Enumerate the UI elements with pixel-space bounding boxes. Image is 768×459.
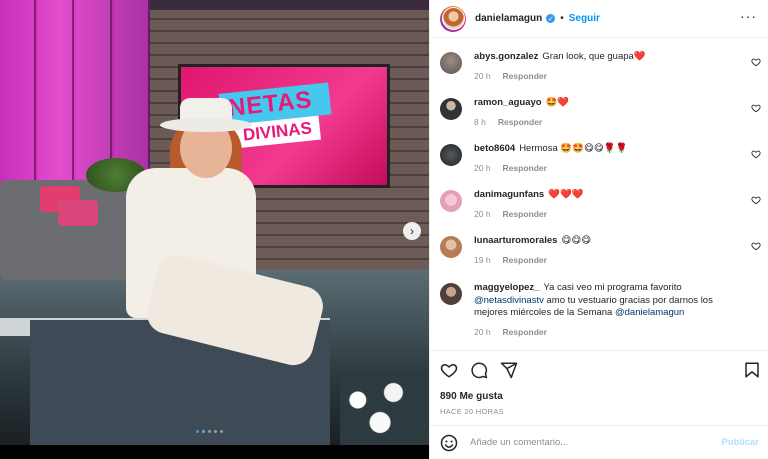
comment-text: 😋😋😋 xyxy=(561,235,592,246)
commenter-username[interactable]: abys.gonzalez xyxy=(474,51,538,62)
follow-button[interactable]: Seguir xyxy=(569,13,600,24)
instagram-post: NETAS DIVINAS › danielamagun ✓ • Seguir … xyxy=(0,0,768,459)
commenter-avatar[interactable] xyxy=(440,144,462,166)
comment-time: 19 h xyxy=(474,254,491,265)
reply-button[interactable]: Responder xyxy=(503,327,547,337)
comment-time: 20 h xyxy=(474,70,491,81)
comment-item: danimagunfans ❤️❤️❤️ 20 h Responder xyxy=(440,189,765,220)
commenter-username[interactable]: beto8604 xyxy=(474,143,515,154)
reply-button[interactable]: Responder xyxy=(503,255,547,265)
comment-icon[interactable] xyxy=(470,361,488,379)
commenter-avatar[interactable] xyxy=(440,98,462,120)
comment-item: lunaarturomorales 😋😋😋 19 h Responder xyxy=(440,235,765,266)
carousel-dot xyxy=(208,430,211,433)
carousel-dots xyxy=(196,430,223,433)
carousel-dot xyxy=(196,430,199,433)
carousel-dot xyxy=(220,430,223,433)
commenter-username[interactable]: maggyelopez_ xyxy=(474,282,539,293)
white-stones xyxy=(340,370,429,445)
comment-item: beto8604 Hermosa 🤩🤩😋😋🌹🌹 20 h Responder xyxy=(440,143,765,174)
commenter-avatar[interactable] xyxy=(440,52,462,74)
chevron-right-icon: › xyxy=(410,224,414,238)
comment-text: ❤️❤️❤️ xyxy=(548,189,584,200)
next-slide-button[interactable]: › xyxy=(403,222,421,240)
commenter-avatar[interactable] xyxy=(440,236,462,258)
comment-text: 🤩❤️ xyxy=(545,97,570,108)
heart-icon[interactable] xyxy=(751,195,761,205)
commenter-avatar[interactable] xyxy=(440,190,462,212)
commenter-username[interactable]: lunaarturomorales xyxy=(474,235,557,246)
commenter-username[interactable]: danimagunfans xyxy=(474,189,544,200)
verified-badge-icon: ✓ xyxy=(546,14,556,23)
sofa xyxy=(0,180,140,280)
reply-button[interactable]: Responder xyxy=(503,163,547,173)
reply-button[interactable]: Responder xyxy=(498,117,542,127)
heart-icon[interactable] xyxy=(751,57,761,67)
mention-link[interactable]: @netasdivinastv xyxy=(474,295,544,306)
comment-item: abys.gonzalez Gran look, que guapa❤️ 20 h… xyxy=(440,51,765,82)
post-photo[interactable]: NETAS DIVINAS xyxy=(0,0,429,445)
bookmark-button[interactable] xyxy=(743,361,761,379)
publish-button[interactable]: Publicar xyxy=(722,437,760,448)
comment-text: Hermosa 🤩🤩😋😋🌹🌹 xyxy=(519,143,628,154)
comment-time: 20 h xyxy=(474,208,491,219)
post-sidebar: danielamagun ✓ • Seguir ··· abys.gonzale… xyxy=(429,0,768,459)
heart-icon[interactable] xyxy=(751,149,761,159)
comment-time: 20 h xyxy=(474,162,491,173)
post-media: NETAS DIVINAS › xyxy=(0,0,429,459)
emoji-icon[interactable] xyxy=(440,434,458,452)
likes-count[interactable]: 890 Me gusta xyxy=(440,391,503,402)
heart-icon[interactable] xyxy=(751,241,761,251)
heart-icon[interactable] xyxy=(440,361,458,379)
separator-dot: • xyxy=(560,13,564,24)
comment-item: maggyelopez_ Ya casi veo mi programa favo… xyxy=(440,282,765,338)
commenter-avatar[interactable] xyxy=(440,283,462,305)
comment-item: ramon_aguayo 🤩❤️ 8 h Responder xyxy=(440,97,765,128)
comment-text: Gran look, que guapa❤️ xyxy=(542,51,646,62)
comment-time: 8 h xyxy=(474,116,486,127)
bookmark-icon xyxy=(745,362,759,378)
commenter-username[interactable]: ramon_aguayo xyxy=(474,97,542,108)
reply-button[interactable]: Responder xyxy=(503,71,547,81)
mention-link[interactable]: @danielamagun xyxy=(615,307,684,318)
author-username[interactable]: danielamagun xyxy=(475,13,542,24)
post-header: danielamagun ✓ • Seguir ··· xyxy=(430,0,768,38)
comment-time: 20 h xyxy=(474,326,491,337)
share-icon[interactable] xyxy=(500,361,518,379)
heart-icon[interactable] xyxy=(751,103,761,113)
more-options-icon[interactable]: ··· xyxy=(740,9,757,23)
carousel-dot xyxy=(202,430,205,433)
comment-input[interactable] xyxy=(470,437,690,448)
reply-button[interactable]: Responder xyxy=(503,209,547,219)
carousel-dot xyxy=(214,430,217,433)
post-timestamp: HACE 20 HORAS xyxy=(440,407,504,416)
comments-list[interactable]: abys.gonzalez Gran look, que guapa❤️ 20 h… xyxy=(430,38,768,350)
add-comment-bar: Publicar xyxy=(430,425,768,459)
comment-text: Ya casi veo mi programa favorito xyxy=(543,282,682,293)
post-actions: 890 Me gusta HACE 20 HORAS xyxy=(430,350,768,425)
author-avatar[interactable] xyxy=(440,5,466,32)
